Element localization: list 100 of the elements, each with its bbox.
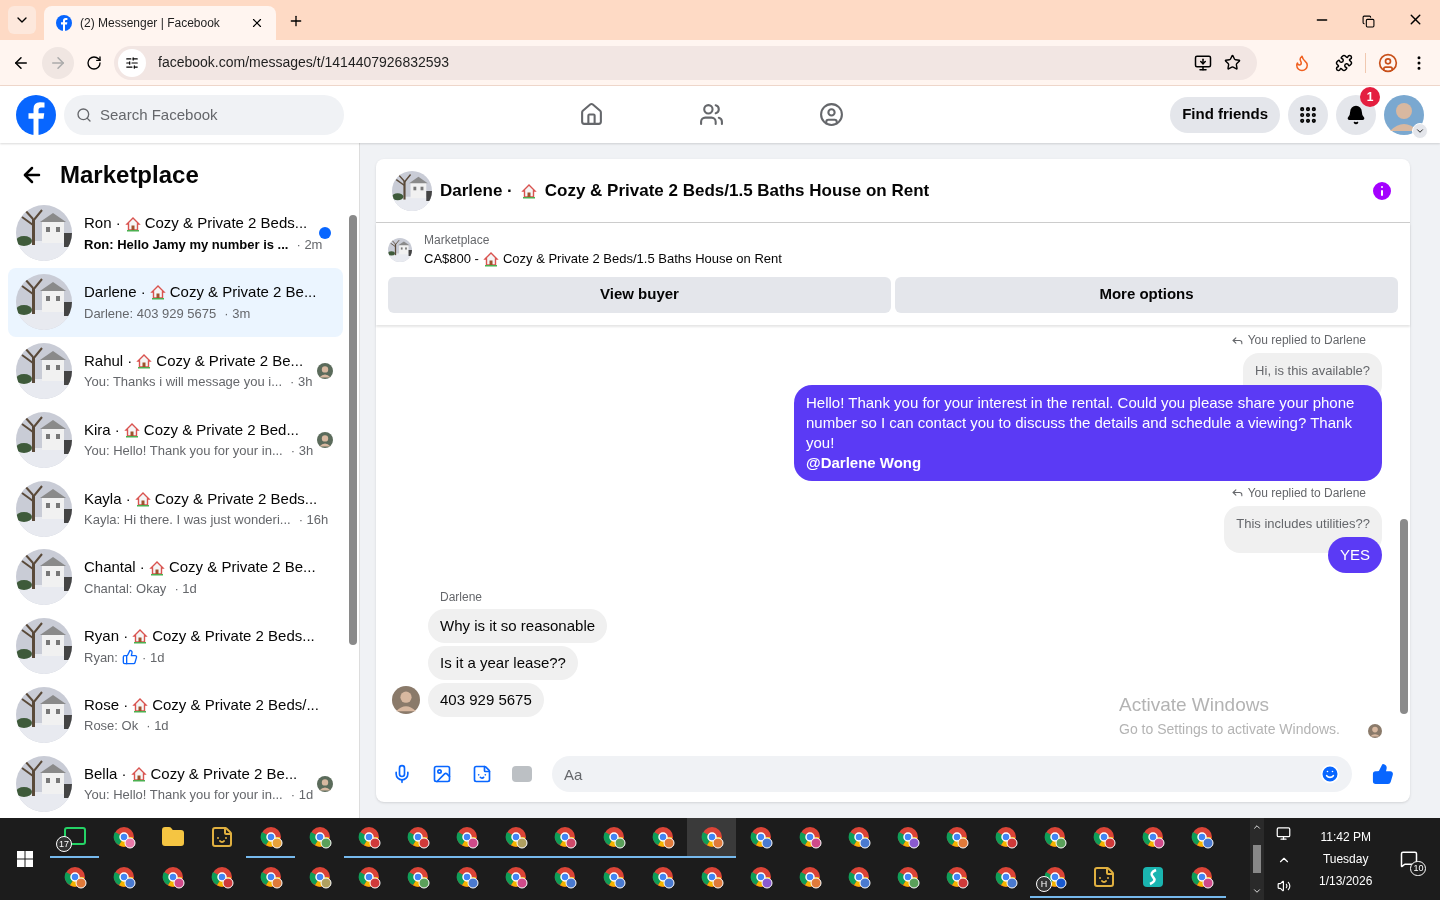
- bookmark-icon[interactable]: [1224, 54, 1241, 71]
- timestamp: · 2m: [296, 235, 323, 254]
- browser-icon: [601, 825, 626, 849]
- browser-icon: [552, 865, 577, 889]
- timestamp: · 3h: [290, 373, 313, 392]
- browser-icon: [405, 865, 430, 889]
- listing-action-button[interactable]: View buyer: [388, 276, 891, 313]
- groups-icon[interactable]: [819, 102, 844, 127]
- conversation-item[interactable]: Darlene · Cozy & Private 2 Be... Darlene: 403 929 5675 · 3m: [8, 267, 343, 337]
- address-bar[interactable]: facebook.com/messages/t/1414407926832593: [114, 45, 1257, 80]
- flame-icon[interactable]: [1293, 53, 1311, 72]
- install-icon[interactable]: [1194, 53, 1212, 72]
- browser-icon: [62, 865, 87, 889]
- reply-icon: [1230, 486, 1244, 499]
- taskbar-app[interactable]: H: [1030, 858, 1079, 898]
- profile-icon[interactable]: [1378, 52, 1398, 73]
- grid-icon: [1298, 104, 1318, 125]
- house-icon: [136, 353, 153, 370]
- search-field[interactable]: Search Facebook: [64, 94, 344, 135]
- taskbar-app[interactable]: [687, 818, 736, 858]
- reply-note: You replied to Darlene: [1247, 332, 1366, 349]
- conversation-item[interactable]: Rahul · Cozy & Private 2 Be... You: Thanks i will message you i... · 3h: [8, 336, 343, 406]
- listing-title: Cozy & Private 2 Beds...: [144, 213, 308, 234]
- network-icon[interactable]: [1276, 825, 1291, 841]
- message-preview: Ryan:: [84, 648, 118, 667]
- conversation-item[interactable]: Ryan · Cozy & Private 2 Beds... Ryan: · 1d: [8, 611, 343, 681]
- app-badge: H: [1036, 876, 1052, 892]
- new-tab-icon[interactable]: [288, 13, 304, 29]
- message-field[interactable]: Aa: [552, 756, 1352, 792]
- sent-message: Hello! Thank you for your interest in the rental. Could you please share your phone number so I can contact you to discuss the details and schedule a viewing? Thank you! @Darlene Wong: [794, 384, 1382, 481]
- browser-icon: [1091, 825, 1116, 849]
- conversation-item[interactable]: Bella · Cozy & Private 2 Be... You: Hello! Thank you for your in... · 1d: [8, 749, 343, 818]
- bell-icon: [1346, 104, 1366, 125]
- find-friends-button[interactable]: Find friends: [1170, 96, 1280, 133]
- scrollbar-thumb[interactable]: [1253, 845, 1261, 873]
- menu-button[interactable]: [1288, 94, 1328, 135]
- house-icon: [148, 559, 165, 576]
- contact-name: Ron ·: [84, 213, 121, 234]
- conversation-item[interactable]: Kira · Cozy & Private 2 Bed... You: Hello! Thank you for your in... · 3h: [8, 405, 343, 475]
- message-preview: Darlene: 403 929 5675: [84, 304, 217, 323]
- browser-icon: [944, 825, 969, 849]
- browser-icon: [650, 825, 675, 849]
- listing-action-button[interactable]: More options: [895, 276, 1398, 313]
- contact-name: Kira ·: [84, 419, 120, 440]
- browser-icon: [454, 825, 479, 849]
- timestamp: · 1d: [146, 717, 169, 736]
- contact-name: Ryan ·: [84, 626, 129, 647]
- scroll-up-icon[interactable]: [1252, 822, 1262, 832]
- message-preview: You: Hello! Thank you for your in...: [84, 442, 283, 461]
- avatar: [392, 686, 420, 714]
- received-message: Why is it so reasonable: [428, 609, 608, 643]
- scroll-down-icon[interactable]: [1252, 886, 1262, 896]
- house-icon: [520, 182, 537, 199]
- tab-list-button[interactable]: [8, 6, 36, 34]
- listing-label: Marketplace: [424, 232, 491, 249]
- browser-icon: [552, 825, 577, 849]
- taskbar-scrollbar[interactable]: [1250, 818, 1264, 900]
- notifications-button[interactable]: [1336, 94, 1376, 135]
- browser-icon: [748, 865, 773, 889]
- restore-icon[interactable]: [1362, 15, 1375, 28]
- listing-title: Cozy & Private 2 Beds...: [152, 626, 315, 647]
- reload-icon[interactable]: [86, 54, 102, 71]
- volume-icon[interactable]: [1276, 878, 1291, 893]
- listing-title: Cozy & Private 2 Beds/1.5 Baths House on Rent: [502, 250, 782, 268]
- like-icon: [121, 649, 138, 666]
- browser-icon: [846, 825, 871, 849]
- tab-title: (2) Messenger | Facebook: [80, 15, 221, 32]
- browser-icon: [846, 865, 871, 889]
- start-icon[interactable]: [17, 851, 33, 867]
- listing-title: Cozy & Private 2 Be...: [169, 282, 317, 303]
- browser-icon: [111, 865, 136, 889]
- url-text: facebook.com/messages/t/1414407926832593: [158, 53, 451, 72]
- home-icon[interactable]: [579, 102, 604, 127]
- avatar: [1384, 94, 1424, 135]
- sticker-icon[interactable]: [472, 764, 492, 784]
- conversation-item[interactable]: Kayla · Cozy & Private 2 Beds... Kayla: Hi there. I was just wonderi... · 16h: [8, 474, 343, 543]
- house-icon: [132, 628, 149, 645]
- friends-icon[interactable]: [699, 102, 724, 127]
- timestamp: · 3h: [290, 442, 314, 461]
- like-icon[interactable]: [1372, 763, 1394, 785]
- facebook-logo[interactable]: [16, 94, 56, 135]
- browser-icon: [454, 865, 479, 889]
- taskbar-app[interactable]: 17: [50, 818, 99, 858]
- browser-icon: [405, 825, 430, 849]
- conversation-item[interactable]: Ron · Cozy & Private 2 Beds... Ron: Hello Jamy my number is ... · 2m: [8, 199, 343, 268]
- conversation-item[interactable]: Rose · Cozy & Private 2 Beds/... Rose: Ok · 1d: [8, 680, 343, 750]
- close-icon[interactable]: [250, 16, 264, 30]
- browser-icon: [699, 825, 724, 849]
- extensions-icon[interactable]: [1335, 53, 1353, 72]
- facebook-icon: [56, 15, 72, 31]
- browser-tab[interactable]: (2) Messenger | Facebook: [44, 6, 276, 40]
- conversation-item[interactable]: Chantal · Cozy & Private 2 Be... Chantal: Okay · 1d: [8, 542, 343, 612]
- photo-icon[interactable]: [432, 764, 452, 784]
- timestamp: · 1d: [141, 648, 165, 667]
- activation-subtitle: Go to Settings to activate Windows.: [1119, 720, 1340, 739]
- microphone-icon[interactable]: [392, 764, 412, 784]
- folder-icon: [160, 825, 185, 849]
- site-settings-icon[interactable]: [125, 55, 139, 70]
- browser-icon: [307, 865, 332, 889]
- message-preview: Ron: Hello Jamy my number is ...: [84, 235, 289, 254]
